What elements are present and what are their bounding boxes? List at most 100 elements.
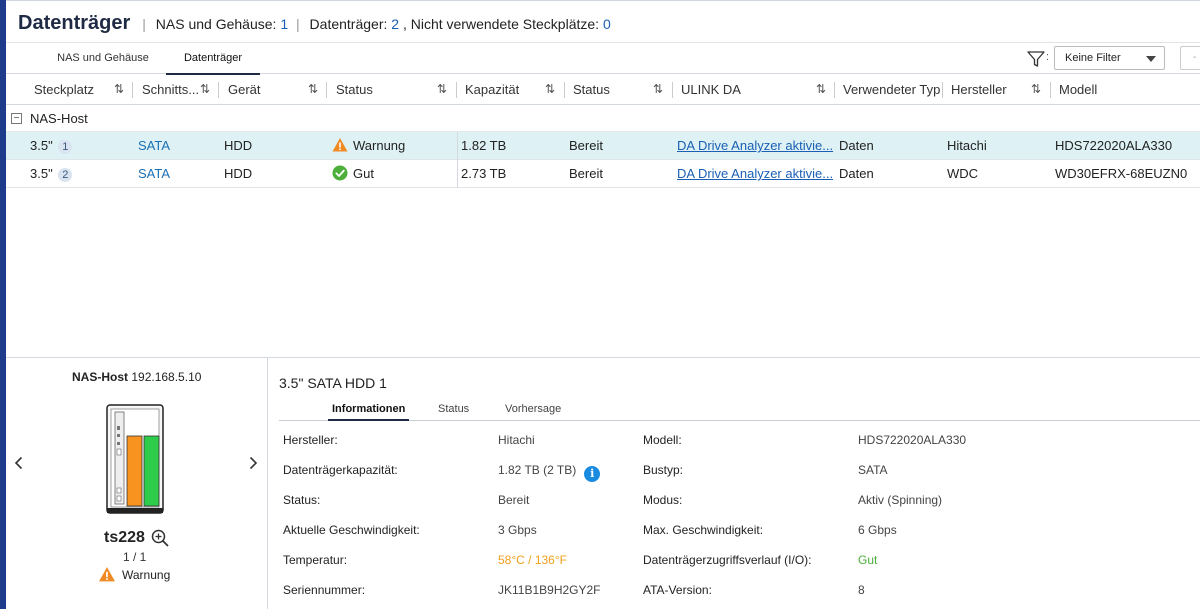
- model-cell: WD30EFRX-68EUZN0: [1055, 166, 1188, 181]
- nas-count: 1: [280, 16, 289, 32]
- host-name: NAS-Host: [72, 370, 128, 384]
- info-label: Status:: [283, 493, 321, 507]
- detail-tabbar: Informationen Status Vorhersage: [279, 402, 1200, 421]
- storage-app: Datenträger | NAS und Gehäuse: 1 | Daten…: [6, 0, 1200, 609]
- nas-count-label: NAS und Gehäuse:: [155, 16, 277, 32]
- slot-number-badge: 2: [58, 168, 73, 182]
- col-steckplatz[interactable]: Steckplatz: [34, 74, 94, 105]
- tab-vorhersage[interactable]: Vorhersage: [505, 402, 561, 416]
- filter-extra-select[interactable]: -: [1180, 46, 1200, 70]
- type-cell: Daten: [839, 138, 874, 153]
- state-cell: Bereit: [569, 166, 603, 181]
- sort-icon[interactable]: ⇅: [816, 74, 826, 105]
- interface-cell[interactable]: SATA: [138, 132, 170, 160]
- sort-icon[interactable]: ⇅: [114, 74, 124, 105]
- page-header: Datenträger | NAS und Gehäuse: 1 | Daten…: [6, 1, 1200, 43]
- info-label: Aktuelle Geschwindigkeit:: [283, 523, 420, 537]
- device-warning: Warnung: [98, 566, 170, 583]
- table-row[interactable]: 3.5" 2 SATA HDD Gut 2.73 TB Bereit DA Dr…: [6, 160, 1200, 188]
- col-verwendeter-typ[interactable]: Verwendeter Typ: [843, 74, 940, 105]
- filter-select[interactable]: Keine Filter: [1054, 46, 1165, 70]
- vendor-cell: Hitachi: [947, 138, 987, 153]
- warning-icon: [332, 138, 348, 152]
- info-value: Bereit: [498, 493, 530, 507]
- vendor-cell: WDC: [947, 166, 979, 181]
- state-cell: Bereit: [569, 138, 603, 153]
- col-hersteller[interactable]: Hersteller: [951, 74, 1007, 105]
- group-row-nas-host[interactable]: − NAS-Host: [6, 105, 1200, 132]
- sort-icon[interactable]: ⇅: [308, 74, 318, 105]
- chevron-left-icon[interactable]: [12, 456, 26, 470]
- info-value: Hitachi: [498, 433, 535, 447]
- collapse-icon[interactable]: −: [11, 113, 22, 124]
- filter-selected-value: Keine Filter: [1065, 52, 1121, 64]
- col-geraet[interactable]: Gerät: [228, 74, 261, 105]
- unused-slots-label: , Nicht verwendete Steckplätze:: [402, 16, 600, 32]
- page-title: Datenträger: [18, 12, 131, 34]
- io-history-value: Gut: [858, 553, 878, 567]
- col-status[interactable]: Status: [573, 74, 610, 105]
- col-ulink-da[interactable]: ULINK DA: [681, 74, 741, 105]
- filter-icon[interactable]: [1026, 49, 1046, 69]
- col-kapazitaet[interactable]: Kapazität: [465, 74, 519, 105]
- tab-datentraeger[interactable]: Datenträger: [166, 43, 260, 75]
- device-count: 1 / 1: [123, 550, 147, 564]
- capacity-value: 1.82 TB (2 TB) i: [498, 463, 601, 482]
- info-label: Max. Geschwindigkeit:: [643, 523, 764, 537]
- model-cell: HDS722020ALA330: [1055, 138, 1173, 153]
- disk-title: 3.5" SATA HDD 1: [279, 375, 387, 391]
- slot-number-badge: 1: [58, 140, 73, 154]
- info-value: SATA: [858, 463, 888, 477]
- view-tabbar: NAS und Gehäuse Datenträger : Keine Filt…: [6, 43, 1200, 75]
- tab-status[interactable]: Status: [438, 402, 469, 416]
- info-label: ATA-Version:: [643, 583, 712, 597]
- tab-nas-und-gehaeuse[interactable]: NAS und Gehäuse: [46, 43, 160, 74]
- host-ip: 192.168.5.10: [131, 370, 202, 384]
- info-label: Seriennummer:: [283, 583, 366, 597]
- info-label: Hersteller:: [283, 433, 338, 447]
- interface-cell[interactable]: SATA: [138, 160, 170, 188]
- warning-icon: [99, 567, 115, 582]
- temperature-value: 58°C / 136°F: [498, 553, 567, 567]
- sort-icon[interactable]: ⇅: [545, 74, 555, 105]
- sort-icon[interactable]: ⇅: [653, 74, 663, 105]
- check-icon: [332, 165, 348, 181]
- device-panel: NAS-Host 192.168.5.10 ts228 1 / 1 Warnun…: [6, 358, 268, 609]
- col-modell[interactable]: Modell: [1059, 74, 1097, 105]
- slot-cell: 3.5" 1: [30, 132, 73, 160]
- capacity-cell: 2.73 TB: [461, 166, 507, 181]
- col-schnittstelle[interactable]: Schnitts...: [142, 74, 199, 105]
- tab-informationen[interactable]: Informationen: [327, 402, 410, 421]
- info-value: 8: [858, 583, 865, 597]
- slot-cell: 3.5" 2: [30, 160, 73, 188]
- disk-count-label: Datenträger:: [309, 16, 388, 32]
- table-header: Steckplatz ⇅ Schnitts... ⇅ Gerät ⇅ Statu…: [6, 74, 1200, 105]
- info-value: 3 Gbps: [498, 523, 537, 537]
- col-status-health[interactable]: Status: [336, 74, 373, 105]
- info-label: Modell:: [643, 433, 682, 447]
- health-cell: Gut: [332, 160, 374, 188]
- unused-slots-count: 0: [602, 16, 611, 32]
- filter-colon: :: [1046, 51, 1050, 63]
- type-cell: Daten: [839, 166, 874, 181]
- sort-icon[interactable]: ⇅: [437, 74, 447, 105]
- device-cell: HDD: [224, 166, 253, 181]
- sort-icon[interactable]: ⇅: [200, 74, 210, 105]
- host-line: NAS-Host 192.168.5.10: [72, 370, 201, 384]
- info-icon[interactable]: i: [584, 466, 601, 482]
- device-name: ts228: [104, 529, 145, 546]
- info-value: JK11B1B9H2GY2F: [498, 583, 601, 597]
- table-row[interactable]: 3.5" 1 SATA HDD Warnung 1.82 TB Bereit D…: [6, 132, 1200, 160]
- group-label: NAS-Host: [30, 111, 88, 126]
- sort-icon[interactable]: ⇅: [1031, 74, 1041, 105]
- info-value: HDS722020ALA330: [858, 433, 967, 447]
- ulink-da-link[interactable]: DA Drive Analyzer aktivie...: [677, 132, 833, 160]
- info-value: 6 Gbps: [858, 523, 897, 537]
- nas-device-image[interactable]: [106, 404, 166, 516]
- chevron-right-icon[interactable]: [246, 456, 260, 470]
- zoom-in-icon[interactable]: [151, 529, 169, 547]
- device-cell: HDD: [224, 138, 253, 153]
- info-label: Modus:: [643, 493, 683, 507]
- ulink-da-link[interactable]: DA Drive Analyzer aktivie...: [677, 160, 833, 188]
- capacity-cell: 1.82 TB: [461, 138, 507, 153]
